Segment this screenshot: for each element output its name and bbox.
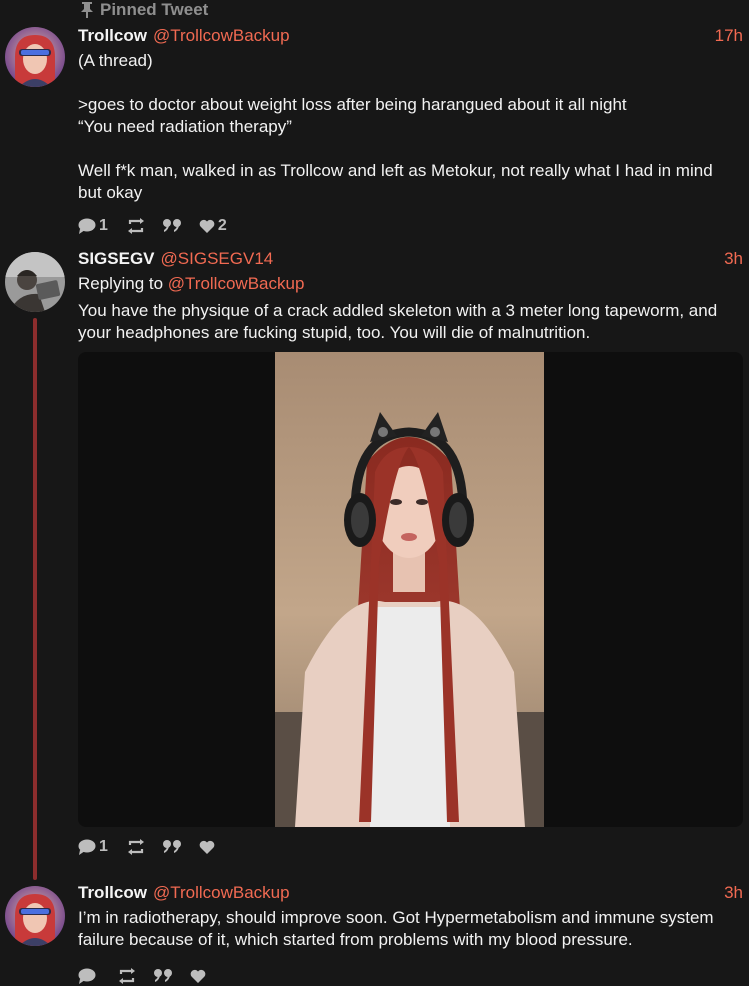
tweet-header: SIGSEGV @SIGSEGV14 3h xyxy=(78,248,743,270)
tweet-actions xyxy=(78,965,743,986)
avatar-sigsegv[interactable] xyxy=(5,252,65,312)
tweet-text: You have the physique of a crack addled … xyxy=(78,300,743,344)
quote-icon xyxy=(162,219,182,233)
quote-icon xyxy=(162,840,182,854)
tweet-line: I’m in radiotherapy, should improve soon… xyxy=(78,908,714,927)
reply-bubble-icon xyxy=(78,968,96,984)
reply-count: 1 xyxy=(99,217,108,234)
tweet-line xyxy=(78,138,743,160)
tweet-text: (A thread) >goes to doctor about weight … xyxy=(78,50,743,204)
tweet-line: “You need radiation therapy” xyxy=(78,117,292,136)
heart-icon xyxy=(190,969,206,983)
retweet-icon xyxy=(118,968,136,984)
tweet-3[interactable]: Trollcow @TrollcowBackup 3h I’m in radio… xyxy=(78,882,743,986)
tweet-line: failure because of it, which started fro… xyxy=(78,930,633,949)
quote-button[interactable] xyxy=(162,840,182,854)
quote-icon xyxy=(153,969,173,983)
retweet-button[interactable] xyxy=(118,968,136,984)
tweet-2[interactable]: SIGSEGV @SIGSEGV14 3h Replying to @Troll… xyxy=(78,248,743,344)
timestamp[interactable]: 17h xyxy=(715,25,743,47)
like-button[interactable] xyxy=(199,840,218,854)
display-name[interactable]: SIGSEGV xyxy=(78,248,155,270)
retweet-icon xyxy=(127,839,145,855)
tweet-line: your headphones are fucking stupid, too.… xyxy=(78,323,591,342)
user-handle[interactable]: @TrollcowBackup xyxy=(153,882,290,904)
reply-button[interactable]: 1 xyxy=(78,838,108,856)
avatar-trollcow[interactable] xyxy=(5,886,65,946)
reply-button[interactable] xyxy=(78,968,99,984)
display-name[interactable]: Trollcow xyxy=(78,25,147,47)
video-thumbnail[interactable] xyxy=(275,352,544,827)
tweet-line: (A thread) xyxy=(78,51,153,70)
timestamp[interactable]: 3h xyxy=(724,248,743,270)
tweet-line: but okay xyxy=(78,183,143,202)
reply-bubble-icon xyxy=(78,839,96,855)
user-handle[interactable]: @SIGSEGV14 xyxy=(161,248,274,270)
timestamp[interactable]: 3h xyxy=(724,882,743,904)
retweet-button[interactable] xyxy=(127,839,145,855)
tweet-header: Trollcow @TrollcowBackup 3h xyxy=(78,882,743,904)
quote-button[interactable] xyxy=(153,969,173,983)
replying-to: Replying to @TrollcowBackup xyxy=(78,273,743,295)
reply-button[interactable]: 1 xyxy=(78,217,108,235)
like-count: 2 xyxy=(217,217,227,234)
replying-handle-link[interactable]: @TrollcowBackup xyxy=(168,274,305,293)
pinned-text: Pinned Tweet xyxy=(100,0,209,19)
pinned-tweet-label: Pinned Tweet xyxy=(80,0,208,20)
tweet-line: >goes to doctor about weight loss after … xyxy=(78,95,627,114)
timeline: Pinned Tweet Trollcow @TrollcowBackup 17… xyxy=(0,0,749,986)
thread-line xyxy=(33,318,37,880)
tweet-media[interactable] xyxy=(78,352,743,827)
tweet-1[interactable]: Trollcow @TrollcowBackup 17h (A thread) … xyxy=(78,25,743,237)
avatar-trollcow[interactable] xyxy=(5,27,65,87)
display-name[interactable]: Trollcow xyxy=(78,882,147,904)
heart-icon xyxy=(199,840,215,854)
retweet-button[interactable] xyxy=(127,218,145,234)
retweet-icon xyxy=(127,218,145,234)
like-button[interactable]: 2 xyxy=(199,217,227,235)
pin-icon xyxy=(80,2,94,18)
tweet-text: I’m in radiotherapy, should improve soon… xyxy=(78,907,743,951)
tweet-header: Trollcow @TrollcowBackup 17h xyxy=(78,25,743,47)
tweet-actions: 1 2 xyxy=(78,215,743,237)
reply-count: 1 xyxy=(99,838,108,855)
heart-icon xyxy=(199,219,215,233)
tweet-line xyxy=(78,72,743,94)
quote-button[interactable] xyxy=(162,219,182,233)
reply-bubble-icon xyxy=(78,218,96,234)
like-button[interactable] xyxy=(190,969,209,983)
tweet-line: Well f*k man, walked in as Trollcow and … xyxy=(78,161,713,180)
tweet-actions: 1 xyxy=(78,836,218,858)
tweet-line: You have the physique of a crack addled … xyxy=(78,301,718,320)
user-handle[interactable]: @TrollcowBackup xyxy=(153,25,290,47)
replying-prefix: Replying to xyxy=(78,274,168,293)
